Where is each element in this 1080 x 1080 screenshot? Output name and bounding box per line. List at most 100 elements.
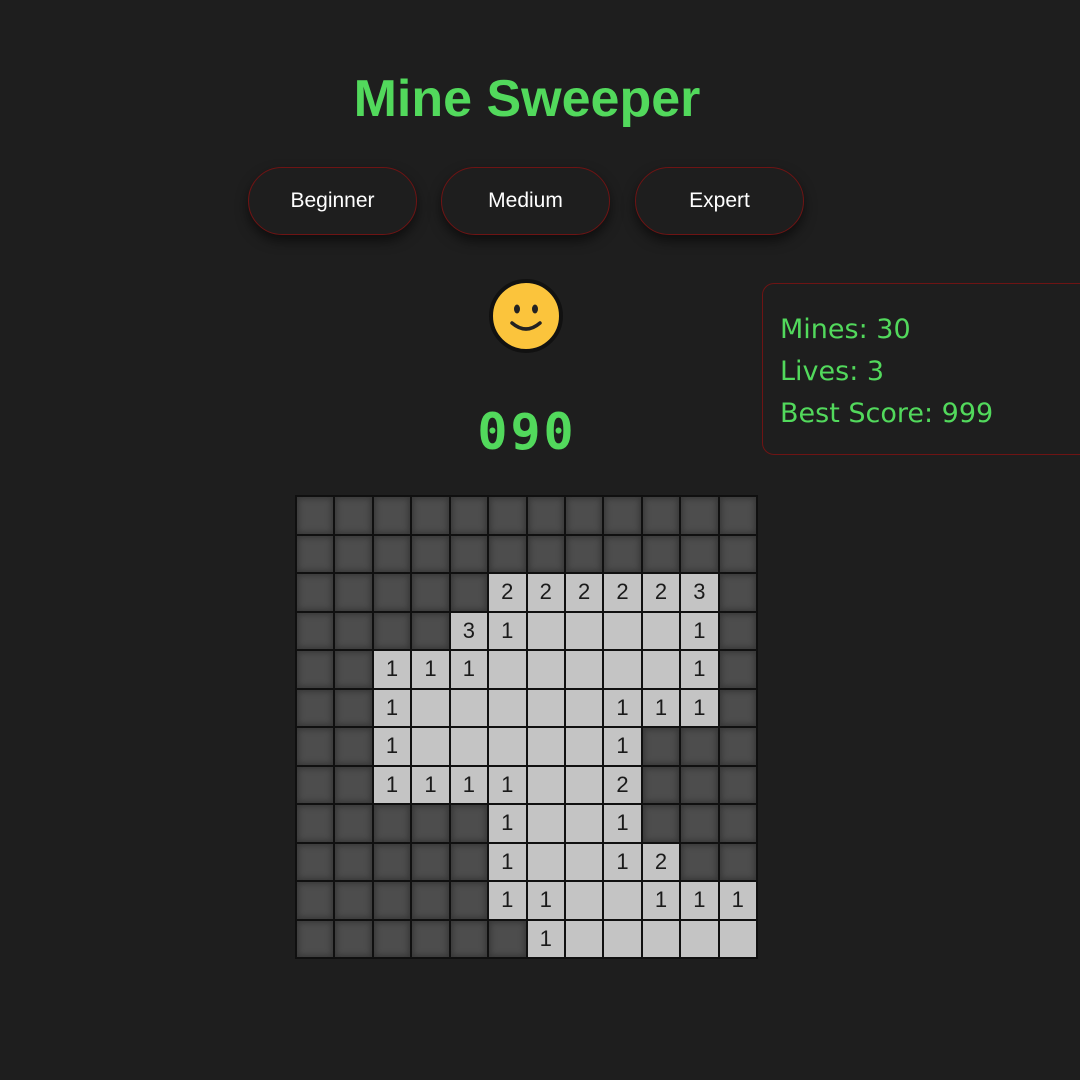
hidden-cell[interactable] xyxy=(296,881,335,920)
hidden-cell[interactable] xyxy=(449,919,489,958)
revealed-cell: 1 xyxy=(680,611,719,650)
revealed-cell xyxy=(411,727,450,766)
hidden-cell[interactable] xyxy=(564,496,604,535)
hidden-cell[interactable] xyxy=(334,611,373,650)
hidden-cell[interactable] xyxy=(449,804,489,843)
hidden-cell[interactable] xyxy=(372,534,412,573)
hidden-cell[interactable] xyxy=(641,727,681,766)
hidden-cell[interactable] xyxy=(372,804,412,843)
hidden-cell[interactable] xyxy=(718,804,757,843)
hidden-cell[interactable] xyxy=(526,534,565,573)
hidden-cell[interactable] xyxy=(334,573,373,612)
hidden-cell[interactable] xyxy=(411,573,450,612)
revealed-cell xyxy=(449,727,489,766)
hidden-cell[interactable] xyxy=(526,496,565,535)
hidden-cell[interactable] xyxy=(296,534,335,573)
hidden-cell[interactable] xyxy=(334,804,373,843)
beginner-button[interactable]: Beginner xyxy=(248,167,417,235)
revealed-cell: 1 xyxy=(526,881,565,920)
hidden-cell[interactable] xyxy=(718,842,757,881)
hidden-cell[interactable] xyxy=(372,842,412,881)
hidden-cell[interactable] xyxy=(296,688,335,727)
hidden-cell[interactable] xyxy=(718,765,757,804)
hidden-cell[interactable] xyxy=(718,688,757,727)
revealed-cell: 2 xyxy=(603,573,642,612)
hidden-cell[interactable] xyxy=(296,804,335,843)
hidden-cell[interactable] xyxy=(718,573,757,612)
revealed-cell xyxy=(526,650,565,689)
hidden-cell[interactable] xyxy=(488,496,527,535)
hidden-cell[interactable] xyxy=(411,881,450,920)
revealed-cell xyxy=(564,919,604,958)
hidden-cell[interactable] xyxy=(680,765,719,804)
hidden-cell[interactable] xyxy=(334,842,373,881)
revealed-cell xyxy=(411,688,450,727)
hidden-cell[interactable] xyxy=(334,919,373,958)
hidden-cell[interactable] xyxy=(296,727,335,766)
hidden-cell[interactable] xyxy=(334,534,373,573)
hidden-cell[interactable] xyxy=(488,919,527,958)
revealed-cell xyxy=(564,650,604,689)
revealed-cell xyxy=(488,727,527,766)
hidden-cell[interactable] xyxy=(411,611,450,650)
hidden-cell[interactable] xyxy=(411,919,450,958)
hidden-cell[interactable] xyxy=(641,496,681,535)
hidden-cell[interactable] xyxy=(372,881,412,920)
hidden-cell[interactable] xyxy=(680,727,719,766)
revealed-cell: 1 xyxy=(641,881,681,920)
hidden-cell[interactable] xyxy=(641,534,681,573)
hidden-cell[interactable] xyxy=(680,496,719,535)
hidden-cell[interactable] xyxy=(718,727,757,766)
hidden-cell[interactable] xyxy=(296,842,335,881)
hidden-cell[interactable] xyxy=(449,496,489,535)
hidden-cell[interactable] xyxy=(411,804,450,843)
hidden-cell[interactable] xyxy=(411,496,450,535)
hidden-cell[interactable] xyxy=(372,496,412,535)
hidden-cell[interactable] xyxy=(564,534,604,573)
hidden-cell[interactable] xyxy=(449,573,489,612)
hidden-cell[interactable] xyxy=(334,496,373,535)
hidden-cell[interactable] xyxy=(718,496,757,535)
revealed-cell xyxy=(488,688,527,727)
hidden-cell[interactable] xyxy=(718,611,757,650)
revealed-cell: 1 xyxy=(488,611,527,650)
expert-button[interactable]: Expert xyxy=(635,167,804,235)
hidden-cell[interactable] xyxy=(449,842,489,881)
hidden-cell[interactable] xyxy=(334,688,373,727)
hidden-cell[interactable] xyxy=(296,650,335,689)
hidden-cell[interactable] xyxy=(411,534,450,573)
hidden-cell[interactable] xyxy=(372,611,412,650)
hidden-cell[interactable] xyxy=(334,650,373,689)
hidden-cell[interactable] xyxy=(449,534,489,573)
hidden-cell[interactable] xyxy=(334,881,373,920)
stats-panel: Mines: 30 Lives: 3 Best Score: 999 xyxy=(762,283,1080,455)
hidden-cell[interactable] xyxy=(680,804,719,843)
hidden-cell[interactable] xyxy=(372,919,412,958)
hidden-cell[interactable] xyxy=(603,534,642,573)
revealed-cell xyxy=(641,611,681,650)
hidden-cell[interactable] xyxy=(641,765,681,804)
revealed-cell xyxy=(449,688,489,727)
medium-button[interactable]: Medium xyxy=(441,167,610,235)
hidden-cell[interactable] xyxy=(718,534,757,573)
hidden-cell[interactable] xyxy=(488,534,527,573)
hidden-cell[interactable] xyxy=(411,842,450,881)
hidden-cell[interactable] xyxy=(296,765,335,804)
hidden-cell[interactable] xyxy=(372,573,412,612)
hidden-cell[interactable] xyxy=(296,611,335,650)
hidden-cell[interactable] xyxy=(334,727,373,766)
revealed-cell xyxy=(718,919,757,958)
hidden-cell[interactable] xyxy=(680,842,719,881)
hidden-cell[interactable] xyxy=(334,765,373,804)
hidden-cell[interactable] xyxy=(296,919,335,958)
revealed-cell xyxy=(641,650,681,689)
hidden-cell[interactable] xyxy=(449,881,489,920)
hidden-cell[interactable] xyxy=(718,650,757,689)
hidden-cell[interactable] xyxy=(296,573,335,612)
hidden-cell[interactable] xyxy=(603,496,642,535)
hidden-cell[interactable] xyxy=(680,534,719,573)
hidden-cell[interactable] xyxy=(641,804,681,843)
hidden-cell[interactable] xyxy=(296,496,335,535)
smiley-face-icon[interactable] xyxy=(488,278,564,354)
revealed-cell xyxy=(488,650,527,689)
